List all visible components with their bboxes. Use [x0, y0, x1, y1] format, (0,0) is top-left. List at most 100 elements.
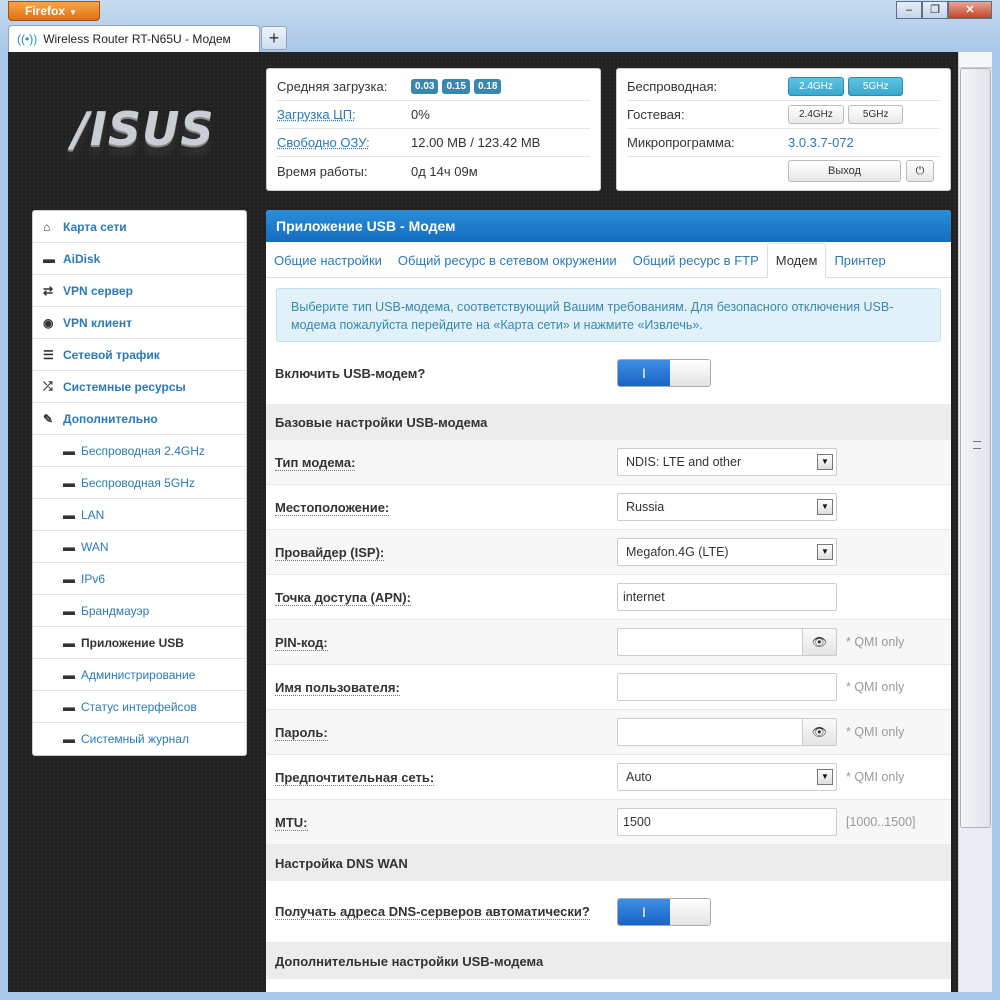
show-pin-button[interactable]: 👁	[803, 628, 837, 656]
enable-modem-row: Включить USB-модем? I	[266, 342, 951, 404]
sidebar-item-vpn-server[interactable]: ⇄ VPN сервер	[33, 275, 246, 307]
qmi-note: * QMI only	[846, 680, 905, 694]
preferred-network-select[interactable]: Auto ▼	[617, 763, 837, 791]
tab-modem[interactable]: Модем	[766, 243, 827, 278]
sidebar-subitem-wan[interactable]: ▬ WAN	[33, 531, 246, 563]
preferred-network-label-text: Предпочтительная сеть:	[275, 769, 435, 786]
chevron-down-icon: ▼	[817, 544, 833, 560]
window-border-bottom	[0, 992, 1000, 1000]
dns-auto-toggle[interactable]: I	[617, 897, 711, 926]
sidebar-subitem-admin[interactable]: ▬ Администрирование	[33, 659, 246, 691]
location-select[interactable]: Russia ▼	[617, 493, 837, 521]
page-title: Приложение USB - Модем	[266, 210, 951, 242]
sidebar-item-label: Системные ресурсы	[63, 379, 186, 394]
ram-link[interactable]: Свободно ОЗУ:	[277, 135, 370, 150]
isp-row: Провайдер (ISP): Megafon.4G (LTE) ▼	[266, 530, 951, 575]
password-label: Пароль:	[275, 724, 617, 741]
modem-type-row: Тип модема: NDIS: LTE and other ▼	[266, 440, 951, 485]
close-button[interactable]: ✕	[948, 1, 992, 19]
sidebar-subitem-label: Системный журнал	[81, 732, 189, 746]
sidebar-subitem-syslog[interactable]: ▬ Системный журнал	[33, 723, 246, 755]
show-password-button[interactable]: 👁	[803, 718, 837, 746]
sidebar-subitem-wireless-5[interactable]: ▬ Беспроводная 5GHz	[33, 467, 246, 499]
sidebar-subitem-label: WAN	[81, 539, 109, 554]
new-tab-button[interactable]: +	[261, 26, 287, 50]
dash-icon: ▬	[63, 699, 75, 714]
password-label-text: Пароль:	[275, 724, 328, 741]
firefox-menu-label: Firefox	[25, 4, 66, 18]
dns-auto-row: Получать адреса DNS-серверов автоматичес…	[266, 881, 951, 943]
firmware-link[interactable]: 3.0.3.7-072	[788, 135, 854, 150]
sidebar-item-traffic[interactable]: ☰ Сетевой трафик	[33, 339, 246, 371]
apn-row: Точка доступа (APN): internet	[266, 575, 951, 620]
eye-icon: 👁	[811, 725, 828, 739]
tab-ftp[interactable]: Общий ресурс в FTP	[625, 244, 767, 277]
sidebar-subitem-label: Беспроводная 2.4GHz	[81, 443, 205, 458]
wireless-5ghz-button[interactable]: 5GHz	[847, 77, 904, 96]
maximize-button[interactable]: ❐	[922, 1, 948, 19]
sidebar-item-label: VPN клиент	[63, 315, 132, 330]
modem-type-label: Тип модема:	[275, 454, 617, 471]
sidebar-subitem-lan[interactable]: ▬ LAN	[33, 499, 246, 531]
guest-24ghz-button[interactable]: 2.4GHz	[788, 105, 844, 124]
sidebar-subitem-label: Брандмауэр	[81, 603, 150, 618]
guest-5ghz-button[interactable]: 5GHz	[847, 105, 904, 124]
pin-input[interactable]	[617, 628, 803, 656]
modem-type-label-text: Тип модема:	[275, 454, 356, 471]
enable-modem-toggle[interactable]: I	[617, 359, 711, 387]
sidebar-item-network-map[interactable]: ⌂ Карта сети	[33, 211, 246, 243]
wireless-status-panel: Беспроводная: 2.4GHz 5GHz Гостевая: 2.4G…	[616, 68, 951, 191]
sidebar-item-system-resources[interactable]: ⤮ Системные ресурсы	[33, 371, 246, 403]
scroll-up-button[interactable]	[959, 52, 992, 68]
location-label: Местоположение:	[275, 499, 617, 516]
dash-icon: ▬	[63, 635, 75, 650]
scroll-thumb[interactable]	[960, 68, 991, 828]
power-button[interactable]: ⏻	[906, 160, 934, 182]
pin-label: PIN-код:	[275, 634, 617, 651]
apn-input[interactable]: internet	[617, 583, 837, 611]
sidebar-subitem-ipv6[interactable]: ▬ IPv6	[33, 563, 246, 595]
preferred-network-label: Предпочтительная сеть:	[275, 769, 617, 786]
cpu-link[interactable]: Загрузка ЦП:	[277, 107, 356, 122]
load-badge: 0.03	[411, 79, 439, 94]
sidebar-item-label: Дополнительно	[63, 411, 158, 426]
sidebar-subitem-wireless-24[interactable]: ▬ Беспроводная 2.4GHz	[33, 435, 246, 467]
minimize-button[interactable]: –	[896, 1, 922, 19]
disk-icon: ▬	[43, 251, 55, 266]
sidebar-item-advanced[interactable]: ✎ Дополнительно	[33, 403, 246, 435]
toggle-on-label: I	[618, 360, 670, 386]
mtu-row: MTU: 1500 [1000..1500]	[266, 800, 951, 845]
sidebar-subitem-usb-app[interactable]: ▬ Приложение USB	[33, 627, 246, 659]
mtu-input[interactable]: 1500	[617, 808, 837, 836]
section-basic: Базовые настройки USB-модема	[266, 404, 951, 440]
apn-label-text: Точка доступа (APN):	[275, 589, 411, 606]
modem-type-select[interactable]: NDIS: LTE and other ▼	[617, 448, 837, 476]
tab-printer[interactable]: Принтер	[826, 244, 893, 277]
info-alert: Выберите тип USB-модема, соответствующий…	[276, 288, 941, 342]
logout-button[interactable]: Выход	[788, 160, 901, 182]
sidebar-item-aidisk[interactable]: ▬ AiDisk	[33, 243, 246, 275]
chevron-down-icon: ▼	[817, 769, 833, 785]
location-row: Местоположение: Russia ▼	[266, 485, 951, 530]
firefox-menu-button[interactable]: Firefox ▼	[8, 1, 100, 21]
scroll-grip-icon	[973, 441, 981, 449]
mtu-range: [1000..1500]	[846, 815, 916, 829]
tab-samba[interactable]: Общий ресурс в сетевом окружении	[390, 244, 625, 277]
tab-general[interactable]: Общие настройки	[266, 244, 390, 277]
window-controls: – ❐ ✕	[896, 1, 992, 19]
password-input[interactable]	[617, 718, 803, 746]
dash-icon: ▬	[63, 667, 75, 682]
load-row: Средняя загрузка: 0.03 0.15 0.18	[277, 73, 590, 101]
uptime-row: Время работы: 0д 14ч 09м	[277, 157, 590, 185]
sidebar-item-label: Сетевой трафик	[63, 347, 160, 362]
vertical-scrollbar[interactable]	[958, 52, 992, 992]
wireless-24ghz-button[interactable]: 2.4GHz	[788, 77, 844, 96]
wrench-icon: ✎	[43, 411, 54, 426]
password-row: Пароль: 👁 * QMI only	[266, 710, 951, 755]
sidebar-subitem-firewall[interactable]: ▬ Брандмауэр	[33, 595, 246, 627]
browser-tab[interactable]: ((•)) Wireless Router RT-N65U - Модем	[8, 25, 260, 52]
sidebar-subitem-interface-status[interactable]: ▬ Статус интерфейсов	[33, 691, 246, 723]
sidebar-item-vpn-client[interactable]: ◉ VPN клиент	[33, 307, 246, 339]
isp-select[interactable]: Megafon.4G (LTE) ▼	[617, 538, 837, 566]
username-input[interactable]	[617, 673, 837, 701]
